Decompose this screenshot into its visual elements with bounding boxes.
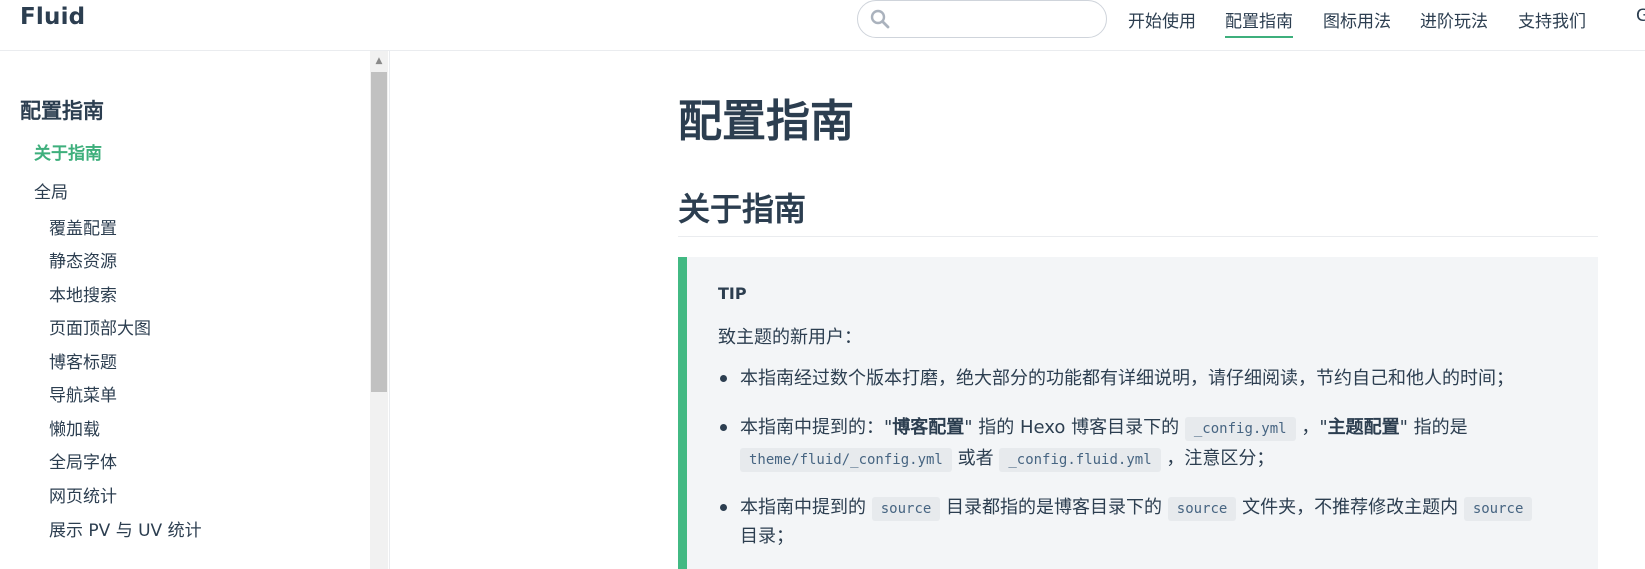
- sidebar-item-override-config[interactable]: 覆盖配置: [49, 214, 117, 239]
- blog-config-term: 博客配置: [892, 417, 965, 438]
- tip-intro: 致主题的新用户：: [718, 327, 862, 348]
- inline-code: source: [1167, 497, 1237, 521]
- section-heading: 关于指南: [678, 190, 807, 228]
- sidebar-item-about-guide[interactable]: 关于指南: [34, 139, 102, 164]
- sidebar-item-global[interactable]: 全局: [34, 178, 68, 203]
- tip-title: TIP: [718, 284, 747, 303]
- search-icon: [870, 9, 890, 29]
- sidebar-item-pv-uv[interactable]: 展示 PV 与 UV 统计: [49, 516, 202, 541]
- sidebar-title: 配置指南: [20, 99, 104, 123]
- inline-code: source: [1463, 497, 1533, 521]
- heading-divider: [678, 236, 1598, 237]
- nav-support-us[interactable]: 支持我们: [1518, 7, 1586, 36]
- top-navbar: Fluid 开始使用 配置指南 图标用法 进阶玩法 支持我们 G: [0, 0, 1645, 51]
- github-icon[interactable]: G: [1636, 6, 1645, 26]
- tip-block: TIP 致主题的新用户： 本指南经过数个版本打磨，绝大部分的功能都有详细说明，请…: [678, 257, 1598, 569]
- sidebar-item-lazyload[interactable]: 懒加载: [49, 415, 100, 440]
- inline-code: theme/fluid/_config.yml: [740, 448, 952, 472]
- inline-code: source: [871, 497, 941, 521]
- sidebar-item-banner[interactable]: 页面顶部大图: [49, 314, 151, 339]
- nav-getting-started[interactable]: 开始使用: [1128, 7, 1196, 36]
- search-box[interactable]: [857, 0, 1107, 38]
- sidebar-item-web-analytics[interactable]: 网页统计: [49, 482, 117, 507]
- search-input[interactable]: [898, 7, 1093, 31]
- theme-config-term: 主题配置: [1327, 417, 1400, 438]
- inline-code: _config.fluid.yml: [999, 448, 1161, 472]
- nav-advanced[interactable]: 进阶玩法: [1420, 7, 1488, 36]
- site-brand[interactable]: Fluid: [20, 4, 85, 30]
- sidebar-item-blog-title[interactable]: 博客标题: [49, 348, 117, 373]
- inline-code: _config.yml: [1184, 417, 1296, 441]
- sidebar-item-nav-menu[interactable]: 导航菜单: [49, 381, 117, 406]
- tip-list-item: 本指南经过数个版本打磨，绝大部分的功能都有详细说明，请仔细阅读，节约自己和他人的…: [720, 363, 1514, 394]
- sidebar-item-global-font[interactable]: 全局字体: [49, 448, 117, 473]
- sidebar-item-local-search[interactable]: 本地搜索: [49, 281, 117, 306]
- tip-list-item: 本指南中提到的 source 目录都指的是博客目录下的 source 文件夹，不…: [719, 492, 1533, 525]
- nav-config-guide[interactable]: 配置指南: [1225, 7, 1293, 38]
- main-content: 配置指南 关于指南 TIP 致主题的新用户： 本指南经过数个版本打磨，绝大部分的…: [678, 51, 1598, 569]
- page-title: 配置指南: [678, 96, 854, 147]
- scroll-up-arrow-icon[interactable]: ▲: [370, 53, 388, 69]
- tip-list-item: 本指南中提到的："博客配置" 指的 Hexo 博客目录下的 _config.ym…: [720, 412, 1468, 445]
- sidebar-item-static-assets[interactable]: 静态资源: [49, 247, 117, 272]
- sidebar-scrollbar[interactable]: ▲: [370, 51, 388, 569]
- scrollbar-thumb[interactable]: [371, 72, 387, 392]
- tip-list-item-continued: 目录；: [740, 526, 794, 547]
- sidebar: 配置指南 关于指南 全局 覆盖配置 静态资源 本地搜索 页面顶部大图 博客标题 …: [0, 51, 390, 569]
- nav-icon-usage[interactable]: 图标用法: [1323, 7, 1391, 36]
- tip-list-item-continued: theme/fluid/_config.yml 或者 _config.fluid…: [740, 443, 1274, 476]
